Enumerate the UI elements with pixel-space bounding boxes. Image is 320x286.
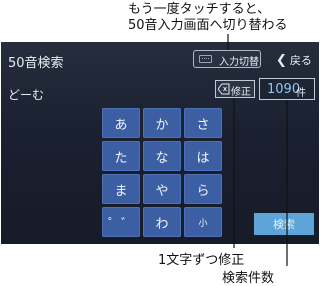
delete-callout: 1文字ずつ修正 <box>158 253 245 268</box>
count-callout: 検索件数 <box>222 271 275 286</box>
callout-leader-lines <box>227 34 288 266</box>
